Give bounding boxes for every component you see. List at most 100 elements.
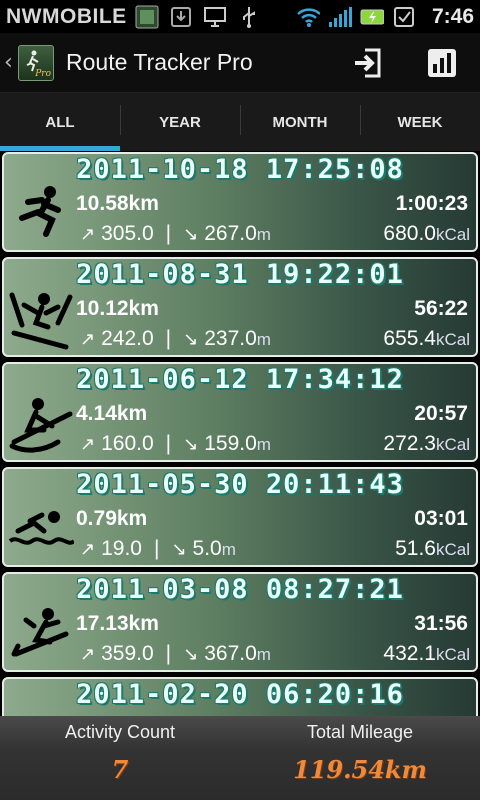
activity-ascent: 160.0 <box>101 432 154 455</box>
activity-distance: 17.13km <box>76 612 159 635</box>
activity-calories-value: 272.3 <box>383 432 436 455</box>
activity-ascent: 359.0 <box>101 642 154 665</box>
calories-unit: kCal <box>435 330 470 349</box>
elevation-unit: m <box>256 225 271 244</box>
clock: 7:46 <box>431 4 474 28</box>
activity-ascent: 242.0 <box>101 327 154 350</box>
skiing-icon <box>9 292 73 350</box>
app-logo-badge: Pro <box>35 68 51 79</box>
activity-calories-value: 51.6 <box>395 537 436 560</box>
activity-card[interactable]: 2011-06-12 17:34:12 4.14km 20:57 ↗ 160.0 |… <box>2 362 478 462</box>
descent-arrow-icon: ↘ <box>183 224 199 244</box>
total-mileage-value: 119.54km <box>293 755 427 784</box>
activity-card[interactable]: 2011-10-18 17:25:08 10.58km 1:00:23 ↗ 305… <box>2 152 478 252</box>
notification-icons <box>135 5 261 29</box>
activity-calories: 655.4kCal <box>383 327 470 351</box>
statistics-button[interactable] <box>422 43 462 83</box>
total-mileage-section: Total Mileage 119.54km <box>240 716 480 784</box>
activity-ascent: 19.0 <box>101 537 142 560</box>
signal-icon <box>328 5 352 29</box>
swimming-icon <box>8 511 74 545</box>
activity-elevation: ↗ 305.0 | ↘ 267.0m <box>80 222 271 246</box>
summary-footer: Activity Count 7 Total Mileage 119.54km <box>0 716 480 800</box>
activity-calories-value: 655.4 <box>383 327 436 350</box>
activity-ascent: 305.0 <box>101 222 154 245</box>
action-bar: ‹ Pro Route Tracker Pro <box>0 33 480 93</box>
activity-duration: 20:57 <box>414 402 468 425</box>
ascent-arrow-icon: ↗ <box>80 539 96 559</box>
ascent-arrow-icon: ↗ <box>80 644 96 664</box>
calories-unit: kCal <box>435 645 470 664</box>
running-icon <box>19 186 61 237</box>
tab-year[interactable]: YEAR <box>120 93 240 151</box>
total-mileage-label: Total Mileage <box>306 722 414 742</box>
activity-distance: 0.79km <box>76 507 148 530</box>
activity-elevation: ↗ 359.0 | ↘ 367.0m <box>80 642 271 666</box>
activity-distance: 4.14km <box>76 402 148 425</box>
activity-descent: 237.0 <box>204 327 257 350</box>
descent-arrow-icon: ↘ <box>171 539 187 559</box>
activity-duration: 31:56 <box>414 612 468 635</box>
elevation-separator: | <box>165 642 172 665</box>
calories-unit: kCal <box>435 435 470 454</box>
tab-week[interactable]: WEEK <box>360 93 480 151</box>
chart-icon <box>428 49 456 77</box>
activity-calories: 51.6kCal <box>395 537 470 561</box>
activity-datetime: 2011-10-18 17:25:08 <box>76 154 404 185</box>
activity-elevation: ↗ 242.0 | ↘ 237.0m <box>80 327 271 351</box>
app-notification-icon <box>135 5 159 29</box>
elevation-separator: | <box>165 222 172 245</box>
filter-tabs: ALL YEAR MONTH WEEK <box>0 93 480 151</box>
activity-elevation: ↗ 160.0 | ↘ 159.0m <box>80 432 271 456</box>
carrier-name: NWMOBILE <box>6 4 127 28</box>
activity-duration: 03:01 <box>414 507 468 530</box>
descent-arrow-icon: ↘ <box>183 329 199 349</box>
export-icon <box>355 48 381 78</box>
activity-distance: 10.12km <box>76 297 159 320</box>
calories-unit: kCal <box>435 540 470 559</box>
descent-arrow-icon: ↘ <box>183 434 199 454</box>
app-logo-icon[interactable]: Pro <box>18 44 54 81</box>
activity-descent: 267.0 <box>204 222 257 245</box>
activity-calories: 272.3kCal <box>383 432 470 456</box>
activity-card[interactable]: 2011-08-31 19:22:01 10.12km 56:22 ↗ 242.0… <box>2 257 478 357</box>
usb-icon <box>237 5 261 29</box>
activity-datetime: 2011-08-31 19:22:01 <box>76 259 404 290</box>
activity-count-section: Activity Count 7 <box>0 716 240 784</box>
activity-calories-value: 680.0 <box>383 222 436 245</box>
activity-card[interactable]: 2011-03-08 08:27:21 17.13km 31:56 ↗ 359.0… <box>2 572 478 672</box>
activity-duration: 1:00:23 <box>395 192 468 215</box>
download-icon <box>169 5 193 29</box>
wifi-icon <box>296 5 320 29</box>
activity-descent: 367.0 <box>204 642 257 665</box>
export-button[interactable] <box>348 43 388 83</box>
monitor-icon <box>203 5 227 29</box>
back-caret-icon[interactable]: ‹ <box>4 50 14 75</box>
activity-count-value: 7 <box>111 755 129 784</box>
activity-elevation: ↗ 19.0 | ↘ 5.0m <box>80 537 236 561</box>
activity-datetime: 2011-06-12 17:34:12 <box>76 364 404 395</box>
elevation-separator: | <box>165 327 172 350</box>
activity-card[interactable]: 2011-02-20 06:20:16 <box>2 677 478 716</box>
tab-all[interactable]: ALL <box>0 93 120 151</box>
ascent-arrow-icon: ↗ <box>80 329 96 349</box>
ascent-arrow-icon: ↗ <box>80 224 96 244</box>
activity-calories-value: 432.1 <box>383 642 436 665</box>
status-bar: NWMOBILE 7:46 <box>0 0 480 33</box>
tab-month[interactable]: MONTH <box>240 93 360 151</box>
activity-distance: 10.58km <box>76 192 159 215</box>
elevation-separator: | <box>153 537 160 560</box>
activity-descent: 159.0 <box>204 432 257 455</box>
activity-duration: 56:22 <box>414 297 468 320</box>
ascent-arrow-icon: ↗ <box>80 434 96 454</box>
elevation-separator: | <box>165 432 172 455</box>
calories-unit: kCal <box>435 225 470 244</box>
elevation-unit: m <box>256 435 271 454</box>
descent-arrow-icon: ↘ <box>183 644 199 664</box>
activity-list[interactable]: 2011-10-18 17:25:08 10.58km 1:00:23 ↗ 305… <box>0 151 480 716</box>
elevation-unit: m <box>256 330 271 349</box>
app-title: Route Tracker Pro <box>66 49 253 75</box>
activity-card[interactable]: 2011-05-30 20:11:43 0.79km 03:01 ↗ 19.0 | ↘… <box>2 467 478 567</box>
activity-calories: 680.0kCal <box>383 222 470 246</box>
activity-descent: 5.0 <box>192 537 222 560</box>
